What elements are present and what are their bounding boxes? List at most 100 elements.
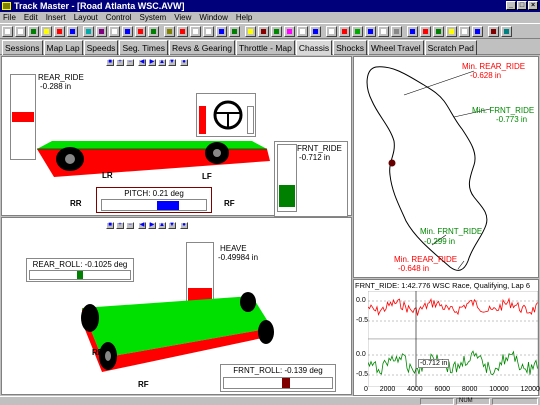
toolbar-button[interactable] [446, 26, 457, 37]
annotation-min-rear-ride-1: Min. REAR_RIDE [462, 62, 526, 71]
toolbar-button[interactable] [488, 26, 499, 37]
front-ride-box: FRNT_RIDE -0.712 in [274, 141, 348, 217]
toolbar-button[interactable] [501, 26, 512, 37]
toolbar-button[interactable] [67, 26, 78, 37]
toolbar-button[interactable] [148, 26, 159, 37]
rotate-left-icon[interactable]: ◀ [138, 222, 146, 229]
toolbar-button[interactable] [15, 26, 26, 37]
reset-view-icon[interactable]: ● [180, 222, 188, 229]
maximize-button[interactable]: □ [517, 1, 527, 10]
tab-chassis[interactable]: Chassis [295, 40, 333, 55]
menu-system[interactable]: System [140, 13, 167, 22]
minimize-button[interactable]: _ [506, 1, 516, 10]
rotate-right-icon[interactable]: ▶ [148, 222, 156, 229]
toolbar-button[interactable] [271, 26, 282, 37]
toolbar-button[interactable] [109, 26, 120, 37]
toolbar-button[interactable] [365, 26, 376, 37]
rotate-right-icon[interactable]: ▶ [148, 59, 156, 66]
upper-chassis-view: ■ + − ◀ ▶ ▲ ▼ ● REAR_RIDE -0.288 in LR L… [1, 56, 352, 217]
tab-throttle-map[interactable]: Throttle - Map [235, 40, 295, 55]
rotate-down-icon[interactable]: ▼ [168, 59, 176, 66]
menu-insert[interactable]: Insert [46, 13, 66, 22]
menu-view[interactable]: View [174, 13, 191, 22]
menu-help[interactable]: Help [236, 13, 252, 22]
reset-view-icon[interactable]: ● [180, 59, 188, 66]
toolbar-icon [261, 29, 266, 34]
tab-revs-gearing[interactable]: Revs & Gearing [168, 40, 235, 55]
toolbar-button[interactable] [41, 26, 52, 37]
toolbar-button[interactable] [2, 26, 13, 37]
toolbar-icon [151, 29, 156, 34]
lower-y-tick-0: 0.0 [356, 351, 366, 358]
title-bar: Track Master - [Road Atlanta WSC.AVW] _ … [0, 0, 540, 12]
front-roll-gauge: FRNT_ROLL: -0.139 deg [220, 364, 336, 392]
annotation-min-rear-ride-2-value: -0.648 in [398, 264, 430, 273]
zoom-out-icon[interactable]: − [126, 59, 134, 66]
toolbar-button[interactable] [229, 26, 240, 37]
toolbar-button[interactable] [190, 26, 201, 37]
tab-sessions[interactable]: Sessions [2, 40, 43, 55]
rotate-left-icon[interactable]: ◀ [138, 59, 146, 66]
upper-y-tick-1: -0.5 [356, 317, 369, 324]
window-title: Track Master - [Road Atlanta WSC.AVW] [14, 1, 185, 11]
toolbar-button[interactable] [339, 26, 350, 37]
toolbar-button[interactable] [378, 26, 389, 37]
toolbar-button[interactable] [326, 26, 337, 37]
trace-chart [368, 291, 538, 387]
lower-chassis-view: ■ + − ◀ ▶ ▲ ▼ ● REAR_ROLL: -0.1025 deg H… [1, 217, 352, 395]
x-axis-ticks: 0 2000 4000 6000 8000 10000 12000 [364, 386, 540, 395]
toolbar-icon [410, 29, 415, 34]
stop-button[interactable]: ■ [106, 222, 114, 229]
close-button[interactable]: × [528, 1, 538, 10]
x-tick: 4000 [407, 386, 423, 393]
toolbar-button[interactable] [28, 26, 39, 37]
tab-map-lap[interactable]: Map Lap [43, 40, 83, 55]
toolbar-button[interactable] [407, 26, 418, 37]
menu-control[interactable]: Control [106, 13, 132, 22]
wheel-label-rf: RF [138, 380, 149, 389]
stop-button[interactable]: ■ [106, 59, 114, 66]
menu-window[interactable]: Window [199, 13, 227, 22]
front-roll-bar [281, 378, 290, 388]
rotate-up-icon[interactable]: ▲ [158, 222, 166, 229]
toolbar-button[interactable] [420, 26, 431, 37]
rotate-up-icon[interactable]: ▲ [158, 59, 166, 66]
toolbar-button[interactable] [216, 26, 227, 37]
zoom-in-icon[interactable]: + [116, 59, 124, 66]
tab-scratch-pad[interactable]: Scratch Pad [424, 40, 477, 55]
toolbar-button[interactable] [352, 26, 363, 37]
zoom-in-icon[interactable]: + [116, 222, 124, 229]
rotate-down-icon[interactable]: ▼ [168, 222, 176, 229]
toolbar-icon [274, 29, 279, 34]
toolbar-button[interactable] [297, 26, 308, 37]
menu-edit[interactable]: Edit [24, 13, 38, 22]
toolbar-button[interactable] [459, 26, 470, 37]
toolbar-button[interactable] [391, 26, 402, 37]
toolbar-button[interactable] [433, 26, 444, 37]
toolbar-button[interactable] [54, 26, 65, 37]
tab-seg-times[interactable]: Seg. Times [119, 40, 168, 55]
toolbar-button[interactable] [164, 26, 175, 37]
toolbar-button[interactable] [472, 26, 483, 37]
zoom-out-icon[interactable]: − [126, 222, 134, 229]
rear-ride-bar [12, 112, 34, 122]
toolbar-button[interactable] [258, 26, 269, 37]
toolbar-button[interactable] [245, 26, 256, 37]
steering-indicator [196, 93, 256, 137]
menu-file[interactable]: File [3, 13, 16, 22]
toolbar-button[interactable] [83, 26, 94, 37]
track-map-panel: Min. REAR_RIDE -0.628 in Min. FRNT_RIDE … [353, 56, 539, 278]
toolbar-button[interactable] [203, 26, 214, 37]
tab-shocks[interactable]: Shocks [333, 40, 367, 55]
toolbar-icon [248, 29, 253, 34]
tab-speeds[interactable]: Speeds [83, 40, 119, 55]
toolbar-button[interactable] [177, 26, 188, 37]
tab-wheel-travel[interactable]: Wheel Travel [367, 40, 424, 55]
toolbar-button[interactable] [122, 26, 133, 37]
menu-layout[interactable]: Layout [74, 13, 98, 22]
toolbar-button[interactable] [310, 26, 321, 37]
toolbar-button[interactable] [96, 26, 107, 37]
toolbar-icon [436, 29, 441, 34]
toolbar-button[interactable] [135, 26, 146, 37]
toolbar-button[interactable] [284, 26, 295, 37]
